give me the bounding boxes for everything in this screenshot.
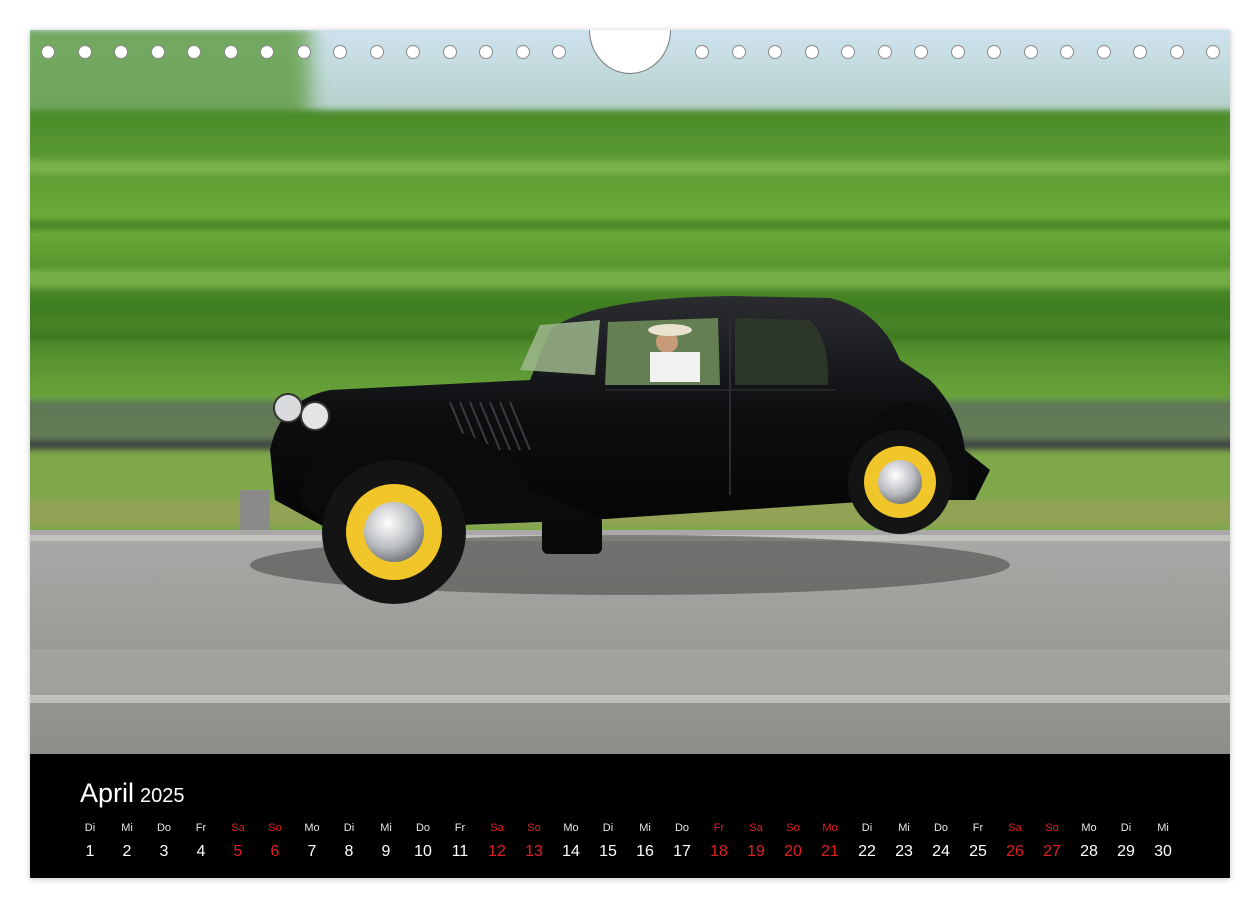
calendar-day: Sa 19 (741, 820, 771, 862)
weekday-label: So (527, 822, 541, 834)
calendar-day: So 27 (1037, 820, 1067, 862)
calendar-day: Fr 4 (186, 820, 216, 862)
calendar-strip: April 2025 Di 1 Mi 2 Do 3 Fr 4 Sa 5 So 6 Mo 7 Di 8 Mi 9 Do… (30, 754, 1230, 878)
day-number: 5 (233, 843, 243, 860)
month-year: 2025 (140, 785, 185, 807)
weekday-label: Do (156, 822, 172, 834)
day-number: 12 (488, 843, 506, 860)
day-number: 20 (784, 843, 802, 860)
day-number: 13 (525, 843, 543, 860)
weekday-label: Mi (380, 822, 392, 834)
day-number: 19 (747, 843, 765, 860)
day-number: 25 (969, 843, 987, 860)
weekday-label: Sa (749, 822, 763, 834)
weekday-label: Sa (231, 822, 245, 834)
day-number: 23 (895, 843, 913, 860)
day-number: 7 (307, 843, 317, 860)
calendar-day: Mo 21 (815, 820, 845, 862)
weekday-label: Fr (454, 822, 466, 834)
weekday-label: So (786, 822, 800, 834)
day-number: 29 (1117, 843, 1135, 860)
calendar-day: Do 3 (149, 820, 179, 862)
weekday-label: Di (861, 822, 873, 834)
day-number: 8 (344, 843, 354, 860)
weekday-label: Fr (713, 822, 725, 834)
day-number: 14 (562, 843, 580, 860)
day-number: 3 (159, 843, 169, 860)
day-row: Di 1 Mi 2 Do 3 Fr 4 Sa 5 So 6 Mo 7 Di 8 Mi 9 Do 10 Fr 11 Sa 12 S… (75, 820, 1185, 870)
weekday-label: Sa (1008, 822, 1022, 834)
weekday-label: Do (674, 822, 690, 834)
day-number: 22 (858, 843, 876, 860)
calendar-day: Do 10 (408, 820, 438, 862)
calendar-day: Di 15 (593, 820, 623, 862)
weekday-label: Mi (121, 822, 133, 834)
weekday-label: Do (933, 822, 949, 834)
calendar-day: Mo 14 (556, 820, 586, 862)
day-number: 16 (636, 843, 654, 860)
day-number: 26 (1006, 843, 1024, 860)
month-name: April (80, 778, 135, 808)
weekday-label: Mo (1081, 822, 1097, 834)
calendar-day: Di 29 (1111, 820, 1141, 862)
calendar-day: So 6 (260, 820, 290, 862)
calendar-page: April 2025 Di 1 Mi 2 Do 3 Fr 4 Sa 5 So 6 Mo 7 Di 8 Mi 9 Do… (30, 30, 1230, 878)
calendar-day: Mo 28 (1074, 820, 1104, 862)
calendar-day: Fr 25 (963, 820, 993, 862)
weekday-label: Mi (1157, 822, 1169, 834)
weekday-label: Mo (822, 822, 838, 834)
calendar-day: Mi 23 (889, 820, 919, 862)
calendar-day: Di 22 (852, 820, 882, 862)
day-number: 9 (381, 843, 391, 860)
calendar-day: Mi 16 (630, 820, 660, 862)
weekday-label: Mo (563, 822, 579, 834)
calendar-day: Fr 11 (445, 820, 475, 862)
day-number: 17 (673, 843, 691, 860)
calendar-day: Di 8 (334, 820, 364, 862)
weekday-label: Di (602, 822, 614, 834)
weekday-label: Do (415, 822, 431, 834)
day-number: 18 (710, 843, 728, 860)
calendar-day: Do 17 (667, 820, 697, 862)
day-number: 2 (122, 843, 132, 860)
day-number: 4 (196, 843, 206, 860)
day-number: 28 (1080, 843, 1098, 860)
calendar-day: Sa 12 (482, 820, 512, 862)
calendar-day: Mi 30 (1148, 820, 1178, 862)
day-number: 6 (270, 843, 280, 860)
month-title: April 2025 (80, 778, 185, 809)
weekday-label: So (268, 822, 282, 834)
weekday-label: Di (84, 822, 96, 834)
weekday-label: Mo (304, 822, 320, 834)
calendar-day: So 13 (519, 820, 549, 862)
day-number: 24 (932, 843, 950, 860)
weekday-label: Mi (639, 822, 651, 834)
calendar-day: Sa 26 (1000, 820, 1030, 862)
calendar-day: Mi 9 (371, 820, 401, 862)
calendar-day: Mo 7 (297, 820, 327, 862)
calendar-day: Fr 18 (704, 820, 734, 862)
vintage-car-photo (30, 30, 1230, 754)
weekday-label: Di (1120, 822, 1132, 834)
day-number: 1 (85, 843, 95, 860)
calendar-day: Mi 2 (112, 820, 142, 862)
day-number: 15 (599, 843, 617, 860)
calendar-day: Di 1 (75, 820, 105, 862)
day-number: 11 (451, 843, 469, 860)
weekday-label: Di (343, 822, 355, 834)
day-number: 21 (821, 843, 839, 860)
weekday-label: Fr (972, 822, 984, 834)
weekday-label: Fr (195, 822, 207, 834)
calendar-day: Do 24 (926, 820, 956, 862)
calendar-day: Sa 5 (223, 820, 253, 862)
weekday-label: Mi (898, 822, 910, 834)
day-number: 27 (1043, 843, 1061, 860)
day-number: 30 (1154, 843, 1172, 860)
weekday-label: So (1045, 822, 1059, 834)
day-number: 10 (414, 843, 432, 860)
calendar-day: So 20 (778, 820, 808, 862)
weekday-label: Sa (490, 822, 504, 834)
